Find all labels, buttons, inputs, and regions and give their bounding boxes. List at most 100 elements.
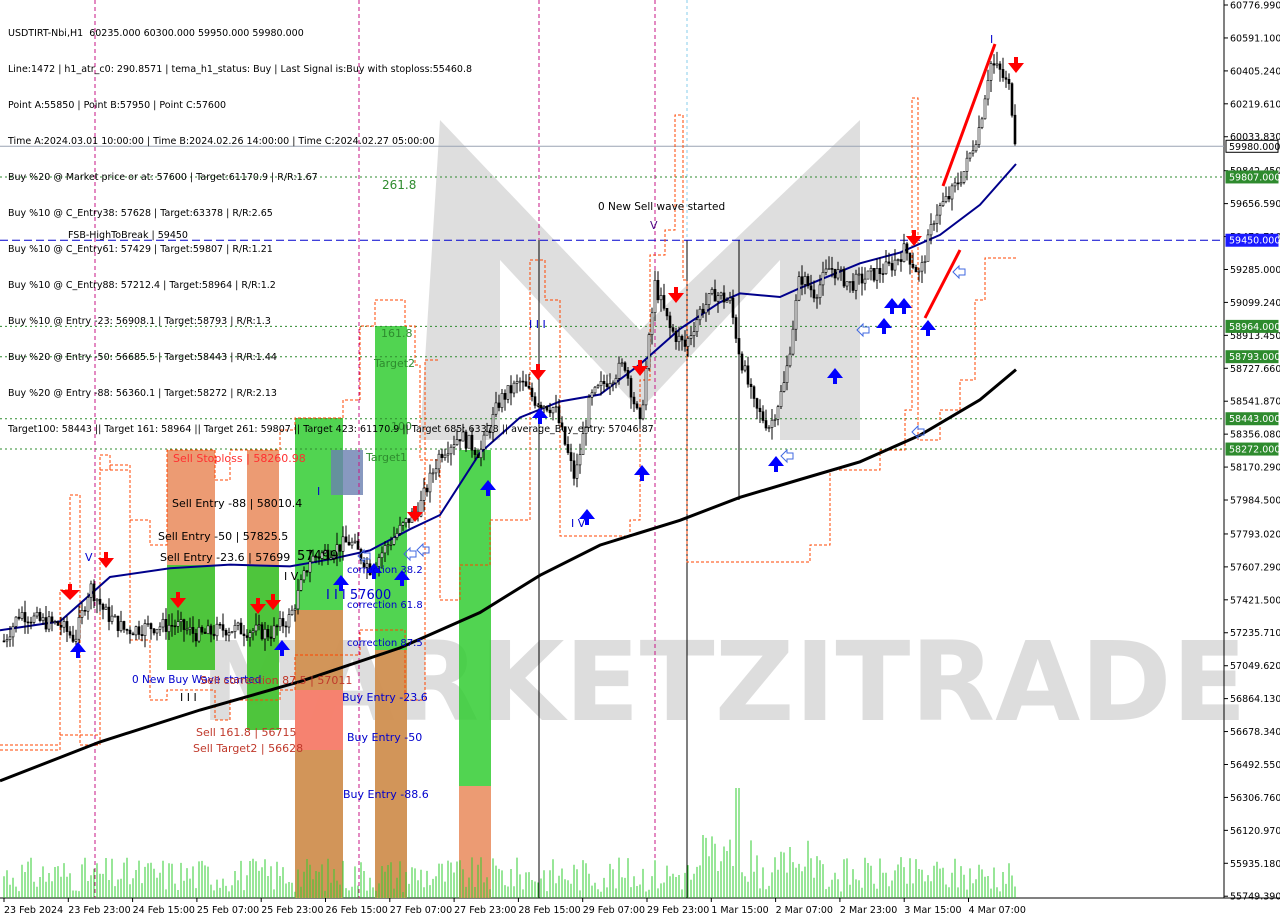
candle-body — [974, 144, 978, 152]
candle-body — [287, 614, 291, 628]
time-tick-label: 1 Mar 15:00 — [711, 905, 768, 916]
candle-body — [89, 583, 93, 598]
candle-body — [848, 281, 852, 283]
time-tick-label: 25 Feb 23:00 — [261, 905, 323, 916]
candle-body — [35, 611, 39, 617]
candle-body — [953, 182, 957, 187]
candle-body — [272, 625, 276, 639]
candle-body — [905, 243, 909, 254]
candle-body — [695, 319, 699, 332]
candle-body — [857, 273, 861, 276]
orange-zone-5 — [459, 786, 491, 898]
candle-body — [431, 472, 435, 475]
candle-body — [248, 632, 252, 638]
candle-body — [425, 487, 429, 493]
candle-body — [821, 271, 825, 286]
time-axis[interactable]: 23 Feb 2024 23 Feb 23:00 24 Feb 15:00 25 Fe… — [3, 898, 1026, 916]
price-tick-label: 57049.620 — [1230, 661, 1280, 672]
candle-body — [224, 629, 228, 636]
time-tick-label: 24 Feb 15:00 — [133, 905, 195, 916]
candle-body — [14, 616, 18, 627]
candle-body — [68, 631, 72, 636]
candle-body — [890, 263, 894, 271]
candle-body — [659, 295, 663, 301]
candle-body — [176, 621, 180, 627]
candle-body — [17, 616, 21, 619]
candle-body — [428, 472, 432, 493]
candle-body — [350, 541, 354, 546]
candle-body — [716, 295, 720, 302]
info-line: Buy %20 @ Entry -50: 56685.5 | Target:58… — [8, 352, 277, 363]
candle-body — [947, 196, 951, 200]
candle-body — [80, 609, 84, 618]
price-tick-label: 60591.100 — [1230, 33, 1280, 44]
candle-body — [878, 267, 882, 274]
candle-body — [221, 624, 225, 631]
price-tick-label: 56864.130 — [1230, 694, 1280, 705]
candle-body — [992, 63, 996, 66]
price-tick-label: 57421.500 — [1230, 595, 1280, 606]
candle-body — [476, 454, 480, 459]
price-tick-label: 56306.760 — [1230, 793, 1280, 804]
candle-body — [212, 633, 216, 637]
candle-body — [692, 331, 696, 337]
candle-body — [683, 339, 687, 347]
candle-body — [731, 297, 735, 318]
candle-body — [299, 579, 303, 591]
candle-body — [383, 545, 387, 554]
candle-body — [929, 224, 933, 236]
candle-body — [917, 270, 921, 273]
candle-body — [764, 420, 768, 429]
candle-body — [440, 453, 444, 459]
info-line: Time A:2024.03.01 10:00:00 | Time B:2024… — [8, 136, 435, 147]
candle-body — [941, 201, 945, 206]
info-line: Point A:55850 | Point B:57950 | Point C:… — [8, 100, 227, 111]
green-zone-1 — [167, 565, 215, 670]
candle-body — [896, 259, 900, 261]
candle-body — [296, 590, 300, 610]
candle-body — [680, 335, 684, 341]
candle-body — [833, 268, 837, 279]
time-tick-label: 28 Feb 15:00 — [518, 905, 580, 916]
candle-body — [575, 464, 579, 479]
target1-label: Target1 — [365, 451, 407, 464]
candle-body — [341, 536, 345, 552]
wave-iv-b-label: I V — [571, 517, 586, 530]
candle-body — [872, 267, 876, 281]
candle-body — [218, 623, 222, 626]
candle-body — [182, 619, 186, 630]
price-tick-label: 56492.550 — [1230, 760, 1280, 771]
candle-body — [74, 638, 78, 642]
candle-body — [98, 598, 102, 605]
candle-body — [812, 289, 816, 299]
sell-correction-label: Sell correction 87.5 | 57011 — [200, 674, 352, 687]
candle-body — [998, 63, 1002, 70]
candle-body — [134, 626, 138, 636]
candle-body — [83, 609, 87, 612]
candle-body — [353, 540, 357, 543]
price-tick-label: 57235.710 — [1230, 628, 1280, 639]
candle-body — [956, 182, 960, 185]
candle-body — [386, 544, 390, 547]
candle-body — [257, 624, 261, 627]
time-tick-label: 29 Feb 23:00 — [647, 905, 709, 916]
candle-body — [449, 446, 453, 455]
candle-body — [773, 419, 777, 421]
candle-body — [137, 626, 141, 635]
candle-body — [770, 419, 774, 428]
price-tick-label: 56678.340 — [1230, 727, 1280, 738]
candle-body — [986, 80, 990, 100]
candle-body — [782, 382, 786, 392]
price-tick-label: 59656.590 — [1230, 199, 1280, 210]
candle-body — [677, 335, 681, 343]
candle-body — [56, 621, 60, 626]
candle-body — [107, 606, 111, 622]
candle-body — [2, 640, 6, 643]
candle-body — [791, 328, 795, 355]
candle-body — [398, 524, 402, 534]
correction-618-label: correction 61.8 — [347, 600, 423, 611]
candle-body — [380, 552, 384, 558]
candle-body — [965, 157, 969, 172]
candle-body — [842, 268, 846, 287]
candle-body — [95, 598, 99, 602]
